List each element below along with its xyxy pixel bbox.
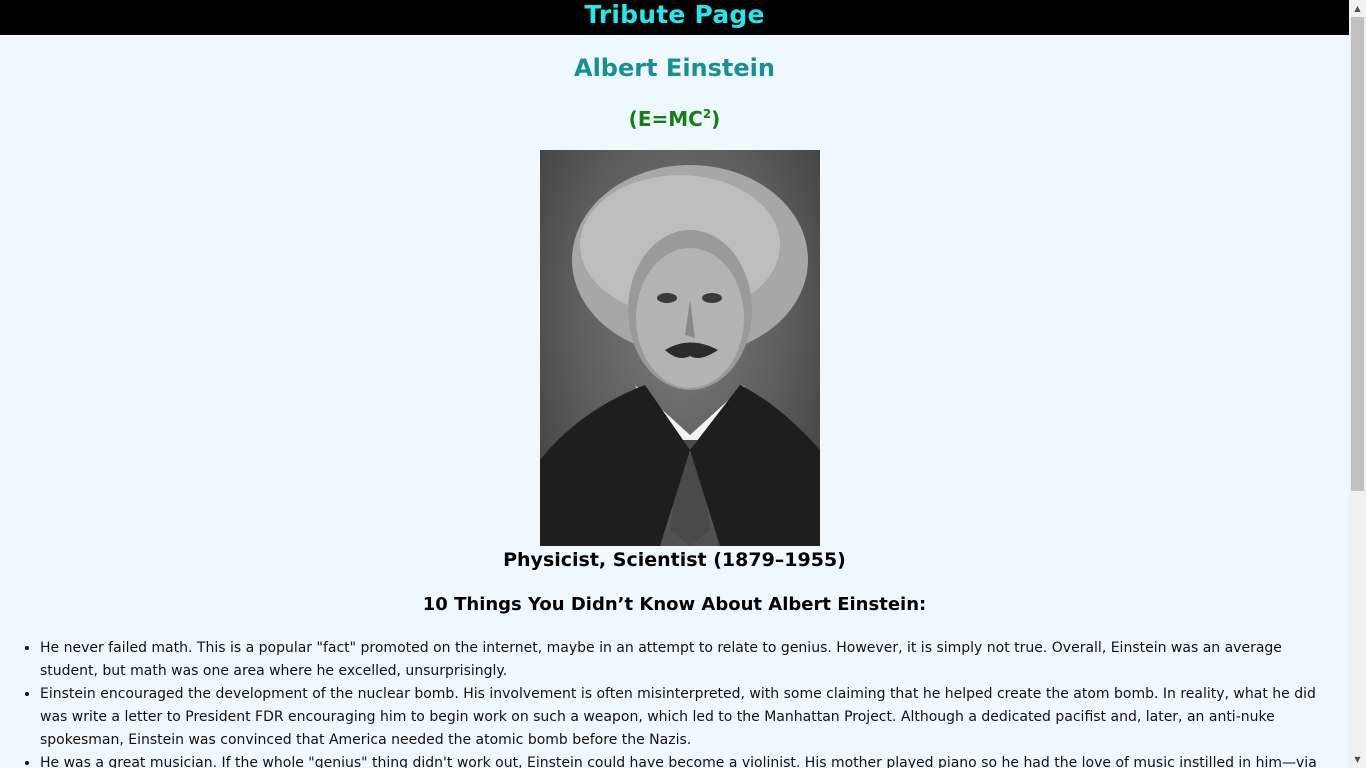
header-bar: Tribute Page (0, 0, 1349, 35)
formula-exponent: 2 (702, 107, 712, 121)
formula-base: (E=MC (628, 107, 703, 131)
vertical-scrollbar[interactable]: ▲ ▼ (1349, 0, 1366, 768)
list-item: He never failed math. This is a popular … (40, 637, 1341, 683)
list-item: He was a great musician. If the whole "g… (40, 752, 1341, 768)
subject-name: Albert Einstein (574, 54, 775, 82)
scroll-thumb[interactable] (1351, 17, 1364, 491)
portrait-drawing (540, 165, 820, 546)
scroll-down-arrow-icon[interactable]: ▼ (1349, 751, 1366, 768)
browser-viewport: Tribute Page Albert Einstein (E=MC2) Phy… (0, 0, 1366, 768)
scroll-up-arrow-icon[interactable]: ▲ (1349, 0, 1366, 17)
tribute-page: Tribute Page Albert Einstein (E=MC2) Phy… (0, 0, 1349, 768)
formula-close: ) (711, 107, 721, 131)
facts-list: He never failed math. This is a popular … (0, 637, 1349, 768)
image-caption: Physicist, Scientist (1879–1955) (503, 549, 846, 571)
page-title: Tribute Page (584, 0, 765, 29)
formula: (E=MC2) (0, 107, 1349, 131)
list-item: Einstein encouraged the development of t… (40, 683, 1341, 752)
portrait-image (540, 150, 820, 546)
facts-heading: 10 Things You Didn’t Know About Albert E… (422, 594, 927, 615)
